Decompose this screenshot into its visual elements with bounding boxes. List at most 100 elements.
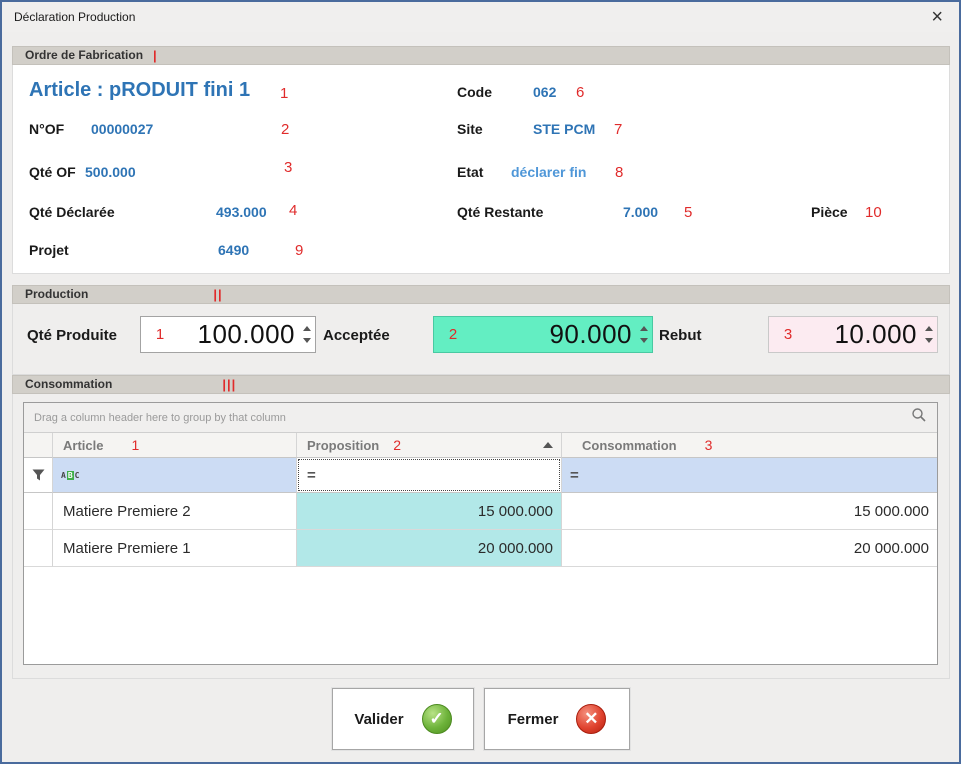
- grid-group-panel[interactable]: Drag a column header here to group by th…: [24, 403, 937, 433]
- filter-funnel-icon: [32, 469, 45, 481]
- production-caption-text: Production: [25, 286, 88, 303]
- spin-up-icon[interactable]: [303, 326, 311, 331]
- group-ordre-de-fabrication: Ordre de Fabrication | Article : pRODUIT…: [12, 46, 950, 274]
- group-caption-consommation: Consommation |||: [12, 375, 950, 394]
- search-icon[interactable]: [911, 407, 927, 428]
- table-row[interactable]: Matiere Premiere 1 20 000.000 20 000.000: [24, 530, 937, 567]
- grid-empty-area: [24, 567, 937, 664]
- consommation-cell[interactable]: 15 000.000: [562, 493, 937, 530]
- declaration-production-dialog: Déclaration Production × Ordre de Fabric…: [0, 0, 961, 764]
- qte-of-value: 500.000: [85, 164, 136, 180]
- proposition-cell[interactable]: 20 000.000: [297, 530, 562, 567]
- group-consommation: Consommation ||| Drag a column header he…: [12, 375, 950, 679]
- valider-label: Valider: [354, 711, 403, 728]
- code-label: Code: [457, 84, 492, 100]
- nof-value: 00000027: [91, 121, 153, 137]
- table-row[interactable]: Matiere Premiere 2 15 000.000 15 000.000: [24, 493, 937, 530]
- spin-down-icon[interactable]: [640, 338, 648, 343]
- annotation-col-1: 1: [131, 437, 139, 453]
- fabrication-marker: |: [153, 47, 158, 64]
- column-header-consommation[interactable]: Consommation 3: [562, 433, 937, 458]
- acceptee-input[interactable]: 2 90.000: [433, 316, 653, 353]
- annotation-10: 10: [865, 204, 882, 221]
- etat-value: déclarer fin: [511, 164, 586, 180]
- titlebar: Déclaration Production ×: [2, 2, 959, 32]
- annotation-6: 6: [576, 84, 584, 101]
- qte-declaree-label: Qté Déclarée: [29, 204, 115, 220]
- qte-restante-label: Qté Restante: [457, 204, 543, 220]
- annotation-8: 8: [615, 164, 623, 181]
- consommation-grid: Drag a column header here to group by th…: [23, 402, 938, 665]
- code-value: 062: [533, 84, 556, 100]
- annotation-3: 3: [284, 159, 292, 176]
- etat-label: Etat: [457, 164, 483, 180]
- annotation-prod-1: 1: [141, 326, 179, 343]
- grid-filter-row: ABC = =: [24, 458, 937, 493]
- consommation-body: Drag a column header here to group by th…: [12, 394, 950, 679]
- close-icon[interactable]: ×: [931, 5, 943, 29]
- cross-icon: ✕: [576, 704, 606, 734]
- filter-proposition-cell[interactable]: =: [297, 458, 562, 493]
- rebut-value: 10.000: [807, 319, 921, 350]
- qte-produite-label: Qté Produite: [27, 327, 117, 344]
- filter-consommation-cell[interactable]: =: [562, 458, 937, 493]
- window-title: Déclaration Production: [14, 10, 135, 24]
- column-header-proposition[interactable]: Proposition 2: [297, 433, 562, 458]
- annotation-2: 2: [281, 121, 289, 138]
- spin-up-icon[interactable]: [925, 326, 933, 331]
- check-icon: ✓: [422, 704, 452, 734]
- production-body: Qté Produite 1 100.000 Acceptée 2 90.000…: [12, 304, 950, 375]
- annotation-4: 4: [289, 202, 297, 219]
- annotation-col-2: 2: [393, 437, 401, 453]
- article-cell[interactable]: Matiere Premiere 2: [53, 493, 297, 530]
- group-production: Production || Qté Produite 1 100.000 Acc…: [12, 285, 950, 375]
- annotation-prod-3: 3: [769, 326, 807, 343]
- site-label: Site: [457, 121, 483, 137]
- acceptee-label: Acceptée: [323, 327, 390, 344]
- nof-label: N°OF: [29, 121, 64, 137]
- annotation-col-3: 3: [705, 437, 713, 453]
- abc-filter-icon: ABC: [53, 471, 79, 480]
- production-marker: ||: [213, 286, 222, 303]
- site-value: STE PCM: [533, 121, 595, 137]
- consommation-caption-text: Consommation: [25, 376, 112, 393]
- annotation-7: 7: [614, 121, 622, 138]
- acceptee-value: 90.000: [472, 319, 636, 350]
- projet-label: Projet: [29, 242, 69, 258]
- qte-produite-input[interactable]: 1 100.000: [140, 316, 316, 353]
- valider-button[interactable]: Valider ✓: [332, 688, 474, 750]
- spin-up-icon[interactable]: [640, 326, 648, 331]
- consommation-header-label: Consommation: [572, 438, 677, 453]
- article-cell[interactable]: Matiere Premiere 1: [53, 530, 297, 567]
- fabrication-caption-text: Ordre de Fabrication: [25, 47, 143, 64]
- fermer-label: Fermer: [508, 711, 559, 728]
- filter-article-cell[interactable]: ABC: [53, 458, 297, 493]
- group-panel-hint: Drag a column header here to group by th…: [34, 412, 286, 424]
- fermer-button[interactable]: Fermer ✕: [484, 688, 630, 750]
- rebut-input[interactable]: 3 10.000: [768, 316, 938, 353]
- column-header-article[interactable]: Article 1: [53, 433, 297, 458]
- article-title: Article : pRODUIT fini 1: [29, 79, 250, 102]
- consommation-cell[interactable]: 20 000.000: [562, 530, 937, 567]
- filter-indicator-cell: [24, 458, 53, 493]
- group-caption-fabrication: Ordre de Fabrication |: [12, 46, 950, 65]
- spin-down-icon[interactable]: [925, 338, 933, 343]
- piece-label: Pièce: [811, 204, 848, 220]
- proposition-cell[interactable]: 15 000.000: [297, 493, 562, 530]
- annotation-5: 5: [684, 204, 692, 221]
- article-header-label: Article: [63, 438, 103, 453]
- spin-down-icon[interactable]: [303, 338, 311, 343]
- annotation-1: 1: [280, 85, 288, 102]
- rebut-label: Rebut: [659, 327, 702, 344]
- equals-operator: =: [562, 467, 579, 484]
- proposition-header-label: Proposition: [307, 438, 379, 453]
- projet-value: 6490: [218, 242, 249, 258]
- qte-of-label: Qté OF: [29, 164, 76, 180]
- group-caption-production: Production ||: [12, 285, 950, 304]
- grid-header-row: Article 1 Proposition 2 Consommation 3: [24, 433, 937, 458]
- qte-restante-value: 7.000: [623, 204, 658, 220]
- equals-operator: =: [299, 467, 316, 484]
- consommation-marker: |||: [222, 376, 236, 393]
- header-indicator-cell: [24, 433, 53, 458]
- qte-declaree-value: 493.000: [216, 204, 267, 220]
